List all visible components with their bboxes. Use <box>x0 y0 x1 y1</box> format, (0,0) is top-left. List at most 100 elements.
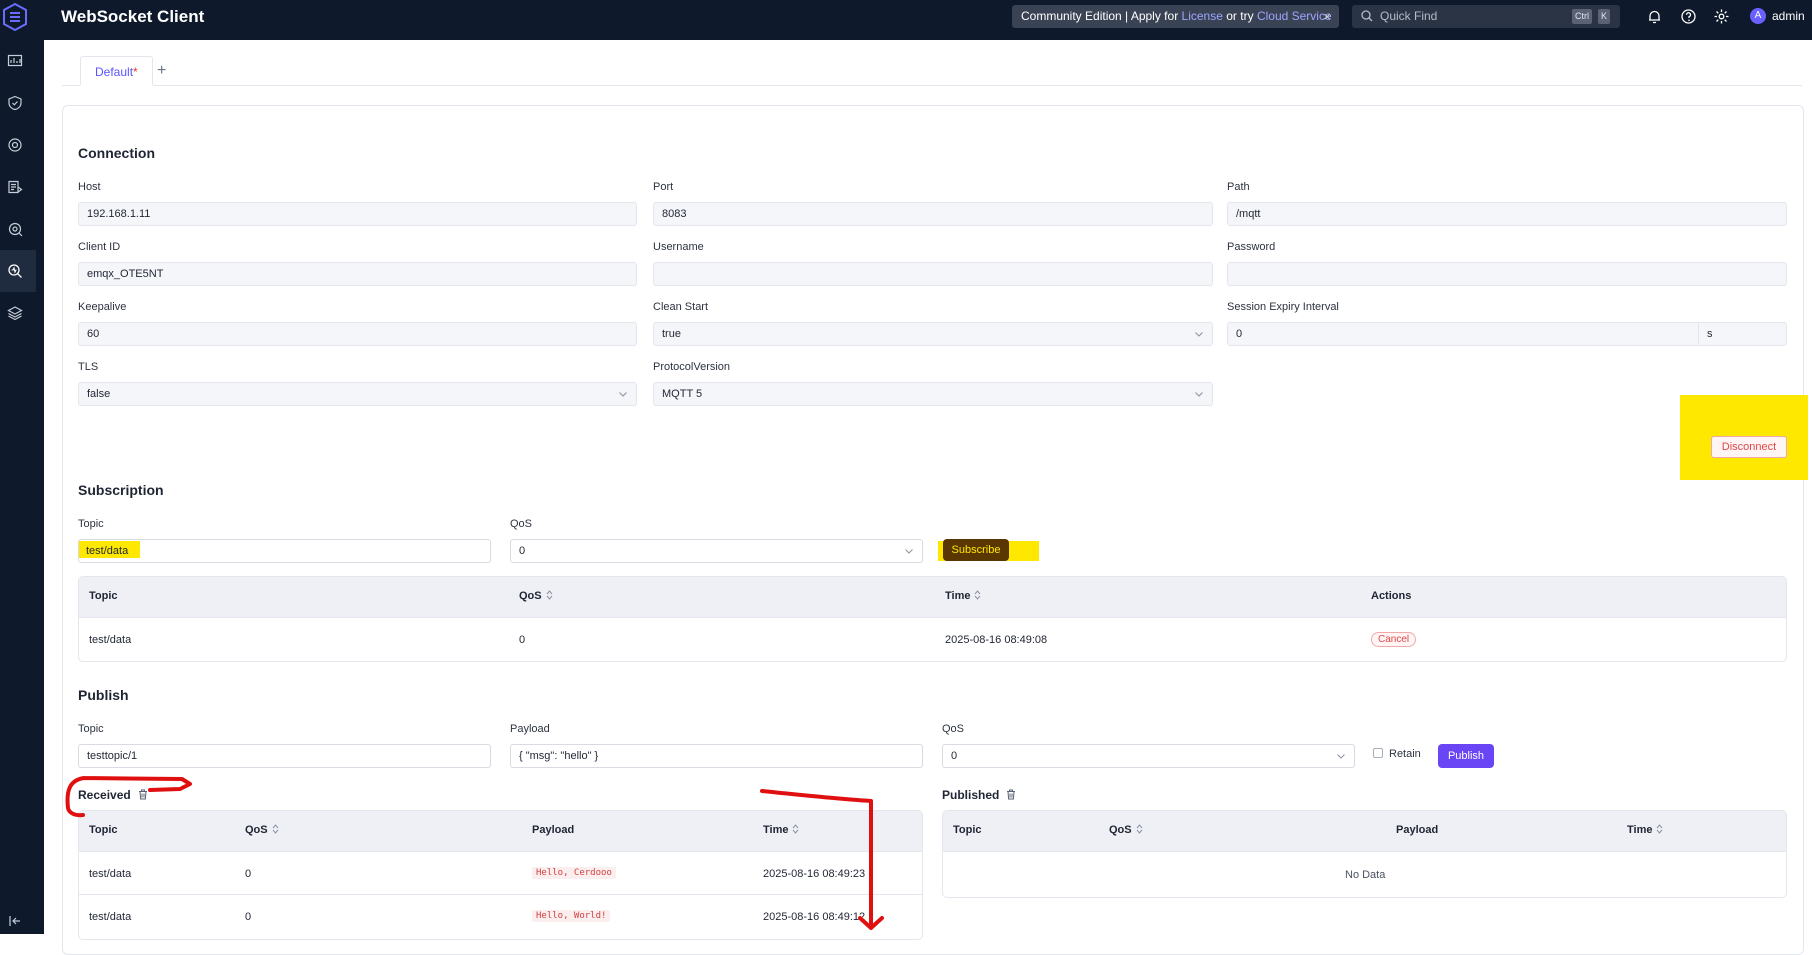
protocol-version-label: ProtocolVersion <box>653 361 731 373</box>
protocol-version-value: MQTT 5 <box>662 388 703 400</box>
published-title: Published <box>942 788 1016 802</box>
chevron-down-icon <box>905 549 913 554</box>
received-row-topic: test/data <box>89 911 132 923</box>
app-logo-icon[interactable] <box>2 2 28 32</box>
edition-banner: Community Edition | Apply for License or… <box>1012 5 1339 28</box>
subscription-qos-select[interactable]: 0 <box>510 539 923 563</box>
dashboard-icon <box>7 54 23 67</box>
received-title: Received <box>78 788 148 802</box>
sidebar-item-access-control[interactable] <box>0 82 36 124</box>
quick-find-placeholder: Quick Find <box>1380 9 1438 23</box>
connections-icon <box>8 138 22 152</box>
session-expiry-input[interactable]: 0 s <box>1227 322 1787 346</box>
subscriptions-table: Topic QoS Time Actions test/data 0 2025-… <box>78 576 1787 662</box>
gear-icon[interactable] <box>1713 8 1730 25</box>
license-link[interactable]: License <box>1182 9 1223 23</box>
management-icon <box>8 222 23 237</box>
chevron-down-icon <box>1337 754 1345 759</box>
publish-title: Publish <box>78 687 129 703</box>
row-divider <box>79 851 922 852</box>
subscribe-button[interactable]: Subscribe <box>943 539 1009 561</box>
column-header-qos[interactable]: QoS <box>519 590 553 602</box>
payload-label: Payload <box>510 723 550 735</box>
sidebar-item-extensions[interactable] <box>0 292 36 334</box>
sidebar-item-integration[interactable] <box>0 124 36 166</box>
top-bar: WebSocket Client Community Edition | App… <box>0 0 1812 40</box>
avatar[interactable]: A <box>1750 8 1766 24</box>
subscription-row-qos: 0 <box>519 634 526 646</box>
session-expiry-unit: s <box>1698 323 1786 345</box>
payload-input[interactable]: { "msg": "hello" } <box>510 744 923 768</box>
bell-icon[interactable] <box>1646 8 1663 25</box>
sidebar <box>0 40 44 934</box>
row-divider <box>943 851 1786 852</box>
column-header-payload: Payload <box>1396 824 1439 836</box>
sort-icon <box>546 590 553 600</box>
sidebar-item-management[interactable] <box>0 208 36 250</box>
row-divider <box>79 617 1786 618</box>
column-header-time[interactable]: Time <box>945 590 981 602</box>
trash-icon[interactable] <box>138 789 148 800</box>
protocol-version-select[interactable]: MQTT 5 <box>653 382 1213 406</box>
column-header-time[interactable]: Time <box>763 824 799 836</box>
disconnect-button[interactable]: Disconnect <box>1711 436 1787 458</box>
sidebar-item-dashboard[interactable] <box>0 40 36 82</box>
path-input[interactable]: /mqtt <box>1227 202 1787 226</box>
subscription-topic-label: Topic <box>78 518 104 530</box>
tls-select[interactable]: false <box>78 382 637 406</box>
quick-find-input[interactable]: Quick Find Ctrl K <box>1352 5 1620 28</box>
publish-topic-input[interactable]: testtopic/1 <box>78 744 491 768</box>
subscription-row-topic: test/data <box>89 634 132 646</box>
collapse-sidebar-icon[interactable] <box>8 914 22 928</box>
username-label: Username <box>653 241 704 253</box>
shield-icon <box>8 95 22 111</box>
shortcut-k-key: K <box>1598 9 1611 24</box>
tab-bar: Default* + <box>62 56 1802 86</box>
published-table: Topic QoS Payload Time No Data <box>942 810 1787 898</box>
publish-topic-label: Topic <box>78 723 104 735</box>
cancel-subscription-button[interactable]: Cancel <box>1371 632 1417 647</box>
sidebar-item-diagnose[interactable] <box>0 250 36 292</box>
sidebar-item-rules[interactable] <box>0 166 36 208</box>
publish-qos-select[interactable]: 0 <box>942 744 1355 768</box>
sort-icon <box>1657 824 1663 834</box>
clean-start-select[interactable]: true <box>653 322 1213 346</box>
trash-icon[interactable] <box>1006 789 1016 800</box>
subscription-row-time: 2025-08-16 08:49:08 <box>945 634 1048 646</box>
close-banner-icon[interactable]: × <box>1323 5 1331 28</box>
username-input[interactable] <box>653 262 1213 286</box>
port-input[interactable]: 8083 <box>653 202 1213 226</box>
retain-checkbox[interactable]: Retain <box>1373 748 1421 760</box>
clean-start-label: Clean Start <box>653 301 709 313</box>
column-header-time[interactable]: Time <box>1627 824 1663 836</box>
retain-label: Retain <box>1389 748 1421 760</box>
sort-icon <box>272 824 279 834</box>
sort-icon <box>793 824 799 834</box>
chevron-down-icon <box>1195 392 1203 397</box>
column-header-actions: Actions <box>1371 590 1412 602</box>
received-table: Topic QoS Payload Time test/data 0 Hello… <box>78 810 923 940</box>
column-header-qos[interactable]: QoS <box>245 824 279 836</box>
add-tab-button[interactable]: + <box>157 56 166 86</box>
row-divider <box>79 894 922 895</box>
host-input[interactable]: 192.168.1.11 <box>78 202 637 226</box>
checkbox-box[interactable] <box>1373 748 1383 758</box>
help-icon[interactable] <box>1680 8 1697 25</box>
tab-default[interactable]: Default* <box>80 56 153 86</box>
publish-button[interactable]: Publish <box>1438 744 1494 768</box>
keepalive-label: Keepalive <box>78 301 127 313</box>
password-input[interactable] <box>1227 262 1787 286</box>
subscriptions-table-header: Topic QoS Time Actions <box>79 577 1786 617</box>
received-row-topic: test/data <box>89 868 132 880</box>
subscription-topic-value: test/data <box>86 545 129 557</box>
client-id-input[interactable]: emqx_OTE5NT <box>78 262 637 286</box>
publish-qos-value: 0 <box>951 750 958 762</box>
tls-label: TLS <box>78 361 99 373</box>
column-header-topic: Topic <box>953 824 982 836</box>
keepalive-input[interactable]: 60 <box>78 322 637 346</box>
user-name[interactable]: admin <box>1772 9 1805 23</box>
cloud-service-link[interactable]: Cloud Service <box>1257 9 1332 23</box>
banner-prefix: Community Edition | Apply for <box>1021 9 1179 23</box>
column-header-qos[interactable]: QoS <box>1109 824 1143 836</box>
subscription-qos-value: 0 <box>519 545 526 557</box>
